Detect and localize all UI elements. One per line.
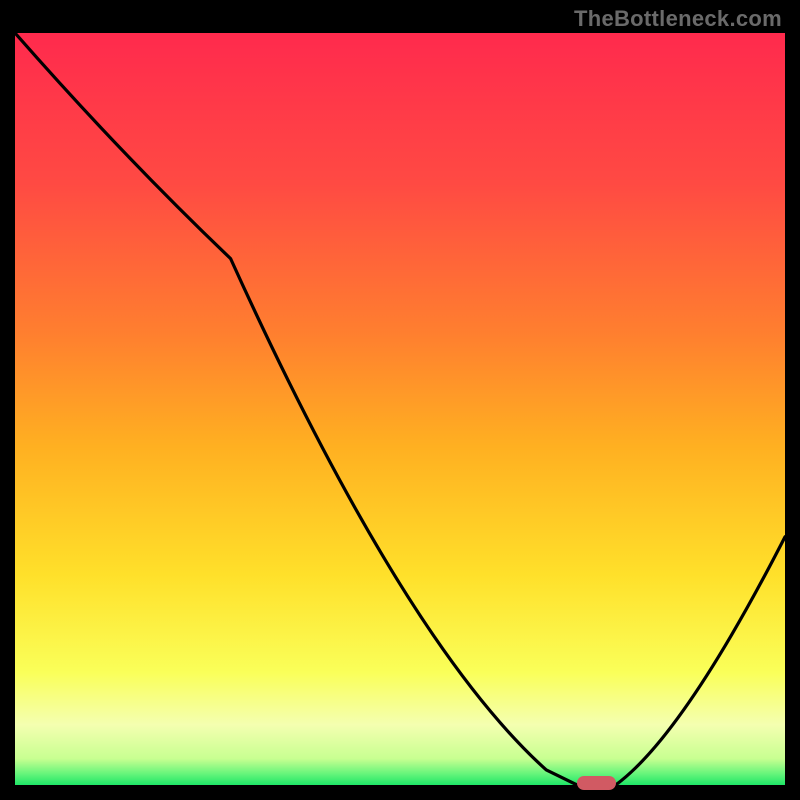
optimal-marker	[577, 776, 616, 790]
bottleneck-chart	[15, 33, 785, 785]
gradient-fill	[15, 33, 785, 785]
chart-frame	[15, 33, 785, 785]
watermark-text: TheBottleneck.com	[574, 6, 782, 32]
